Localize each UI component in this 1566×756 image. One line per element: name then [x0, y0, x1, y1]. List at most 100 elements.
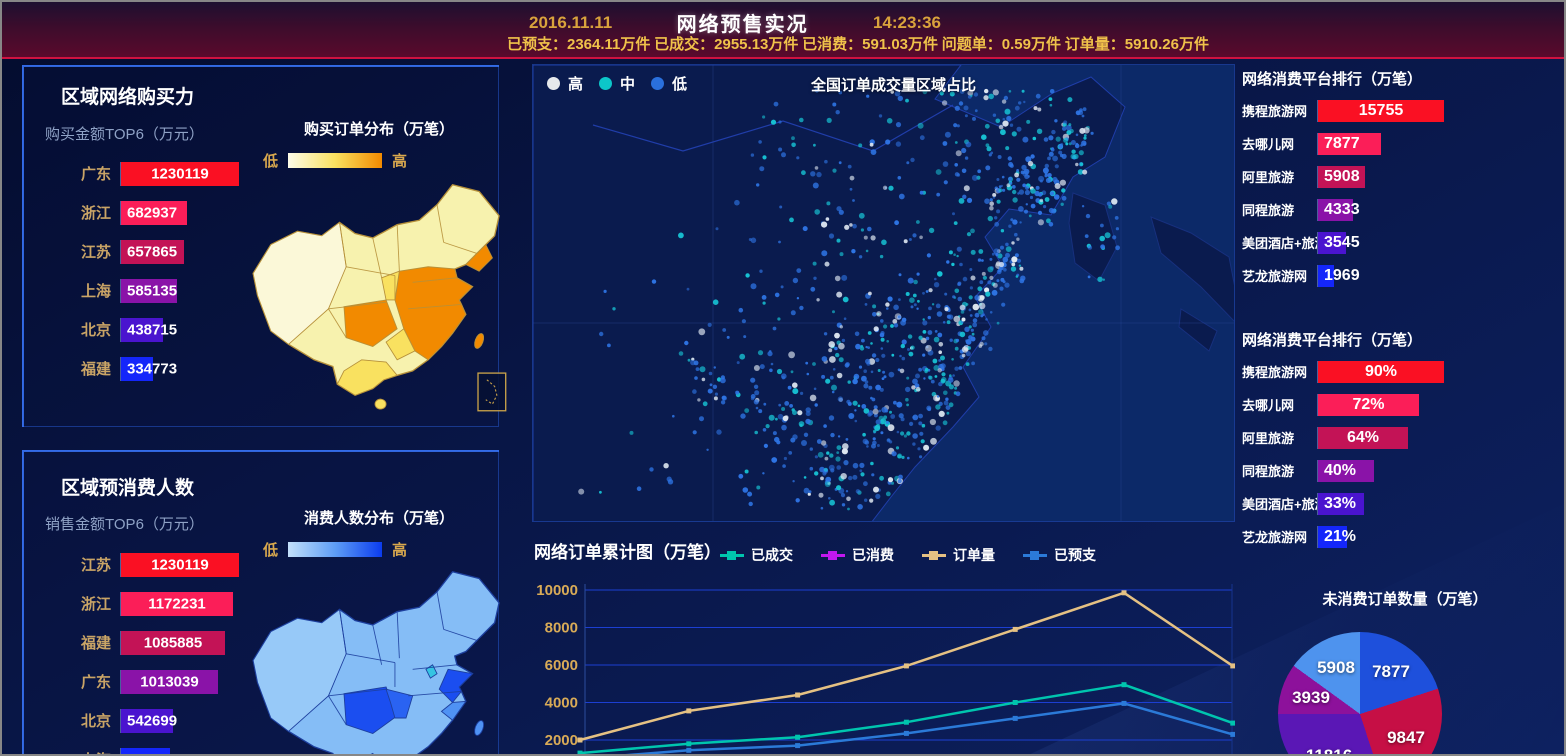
platform-bar-list: 携程旅游网15755去哪儿网7877阿里旅游5908同程旅游4333美团酒店+旅…: [1242, 94, 1564, 292]
line-chart: 200040006000800010000: [532, 570, 1235, 756]
rank-label: 浙江: [45, 202, 120, 223]
bar-value: 1013039: [121, 673, 218, 690]
rank-row: 美团酒店+旅游 33%: [1242, 487, 1564, 520]
platform-bar-list: 携程旅游网90%去哪儿网72%阿里旅游64%同程旅游40%美团酒店+旅游33%艺…: [1242, 355, 1564, 553]
svg-text:4000: 4000: [545, 695, 578, 712]
legend-marker-icon: [922, 551, 946, 560]
svg-text:2000: 2000: [545, 732, 578, 749]
panel-regional-preconsumers: 区域预消费人数 销售金额TOP6（万元） 江苏1230119 浙江1172231 福…: [22, 450, 499, 756]
rank-row: 浙江1172231: [45, 584, 243, 623]
bar-track: 657865: [120, 240, 243, 264]
legend-label: 中: [620, 73, 635, 94]
line-legend-item[interactable]: 已消费: [821, 545, 894, 565]
rank-row: 艺龙旅游网21%: [1242, 520, 1564, 553]
bar-track: 64%: [1317, 427, 1564, 449]
rank-label: 福建: [45, 632, 120, 653]
gradient-legend: 低 高: [263, 150, 407, 171]
line-legend-item[interactable]: 订单量: [922, 545, 995, 565]
bar-track: 682937: [120, 201, 243, 225]
legend-dot-icon: [599, 77, 612, 90]
map-subchart-title: 消费人数分布（万笔）: [248, 507, 510, 528]
rank-row: 北京 542699: [45, 701, 243, 740]
rank-label: 艺龙旅游网: [1242, 266, 1317, 285]
map-legend-item[interactable]: 高: [547, 73, 583, 94]
rank-label: 上海: [45, 749, 120, 756]
rank-label: 美团酒店+旅游: [1242, 233, 1317, 252]
bar-value: 585135: [127, 282, 177, 299]
rank-label: 北京: [45, 710, 120, 731]
header-stats: 已预支：2364.11万件已成交：2955.13万件已消费：591.03万件问题…: [507, 33, 1209, 54]
bar-track: 7877: [1317, 133, 1564, 155]
bar-track: 506520: [120, 748, 243, 756]
header-time: 14:23:36: [873, 13, 941, 33]
bar-track: 5908: [1317, 166, 1564, 188]
panel-national-order-map: 高 中 低 全国订单成交量区域占比: [532, 64, 1235, 522]
china-map-orange: [231, 170, 519, 420]
line-legend-item[interactable]: 已预支: [1023, 545, 1096, 565]
rank-row: 携程旅游网15755: [1242, 94, 1564, 127]
line-chart-legend: 已成交 已消费 订单量 已预支: [720, 545, 1096, 565]
rank-label: 广东: [45, 163, 120, 184]
bar-track: 4333: [1317, 199, 1564, 221]
rank-row: 艺龙旅游网1969: [1242, 259, 1564, 292]
gradient-bar: [288, 153, 382, 168]
bar-track: 1085885: [120, 631, 243, 655]
legend-marker-icon: [720, 551, 744, 560]
panel-regional-buying-power: 区域网络购买力 购买金额TOP6（万元） 广东1230119浙江682937江苏…: [22, 65, 499, 427]
legend-label: 低: [672, 73, 687, 94]
bar-track: 3545: [1317, 232, 1564, 254]
rank-label: 同程旅游: [1242, 461, 1317, 480]
bar-value: 657865: [127, 243, 177, 260]
map-legend: 高中低: [547, 73, 687, 94]
bar-value: 1172231: [121, 595, 233, 612]
rank-row: 美团酒店+旅游3545: [1242, 226, 1564, 259]
china-map-blue: [231, 557, 519, 756]
rank-label: 美团酒店+旅游: [1242, 494, 1317, 513]
rank-label: 江苏: [45, 554, 120, 575]
rank-label: 艺龙旅游网: [1242, 527, 1317, 546]
map-panel-title: 全国订单成交量区域占比: [811, 74, 976, 95]
panel-title: 网络消费平台排行（万笔）: [1242, 329, 1422, 350]
map-legend-item[interactable]: 中: [599, 73, 635, 94]
pie-label: 7877: [1372, 662, 1410, 682]
bar-value: 438715: [127, 321, 177, 338]
line-legend-item[interactable]: 已成交: [720, 545, 793, 565]
bar-value: 4333: [1324, 201, 1360, 219]
legend-marker-icon: [821, 551, 845, 560]
rank-row: 同程旅游4333: [1242, 193, 1564, 226]
rank-row: 阿里旅游64%: [1242, 421, 1564, 454]
map-legend-item[interactable]: 低: [651, 73, 687, 94]
bar-track: 1013039: [120, 670, 243, 694]
rank-label: 北京: [45, 319, 120, 340]
bar-track: 15755: [1317, 100, 1564, 122]
panel-subtitle: 销售金额TOP6（万元）: [45, 513, 204, 534]
bar-value: 334773: [127, 360, 177, 377]
rank-row: 北京 438715: [45, 310, 243, 349]
rank-row: 去哪儿网7877: [1242, 127, 1564, 160]
pie-label: 3939: [1292, 688, 1330, 708]
bar-track: 21%: [1317, 526, 1564, 548]
header-stat: 已消费：591.03万件: [802, 33, 938, 54]
dashboard: 2016.11.11 网络预售实况 14:23:36 已预支：2364.11万件…: [0, 0, 1566, 756]
bar-value: 542699: [127, 712, 177, 729]
rank-label: 广东: [45, 671, 120, 692]
rank-row: 去哪儿网72%: [1242, 388, 1564, 421]
panel-title: 网络消费平台排行（万笔）: [1242, 68, 1422, 89]
bar-value: 33%: [1324, 495, 1356, 513]
chart-title: 网络订单累计图（万笔）: [534, 538, 721, 563]
bar-track: 1230119: [120, 162, 243, 186]
header-date: 2016.11.11: [529, 13, 612, 33]
legend-label: 已预支: [1054, 545, 1096, 565]
legend-label: 订单量: [953, 545, 995, 565]
pie-chart: 787798471181639395908: [1278, 632, 1442, 756]
bar-track: 1230119: [120, 553, 243, 577]
panel-title: 区域预消费人数: [61, 473, 194, 500]
panel-subtitle: 购买金额TOP6（万元）: [45, 123, 204, 144]
bar-track: 90%: [1317, 361, 1564, 383]
bar-value: 1230119: [121, 556, 239, 573]
panel-unconsumed-orders: 未消费订单数量（万笔） 787798471181639395908: [1242, 572, 1566, 756]
bar-track: 438715: [120, 318, 243, 342]
rank-label: 携程旅游网: [1242, 362, 1317, 381]
rank-label: 福建: [45, 358, 120, 379]
bar-track: 1969: [1317, 265, 1564, 287]
